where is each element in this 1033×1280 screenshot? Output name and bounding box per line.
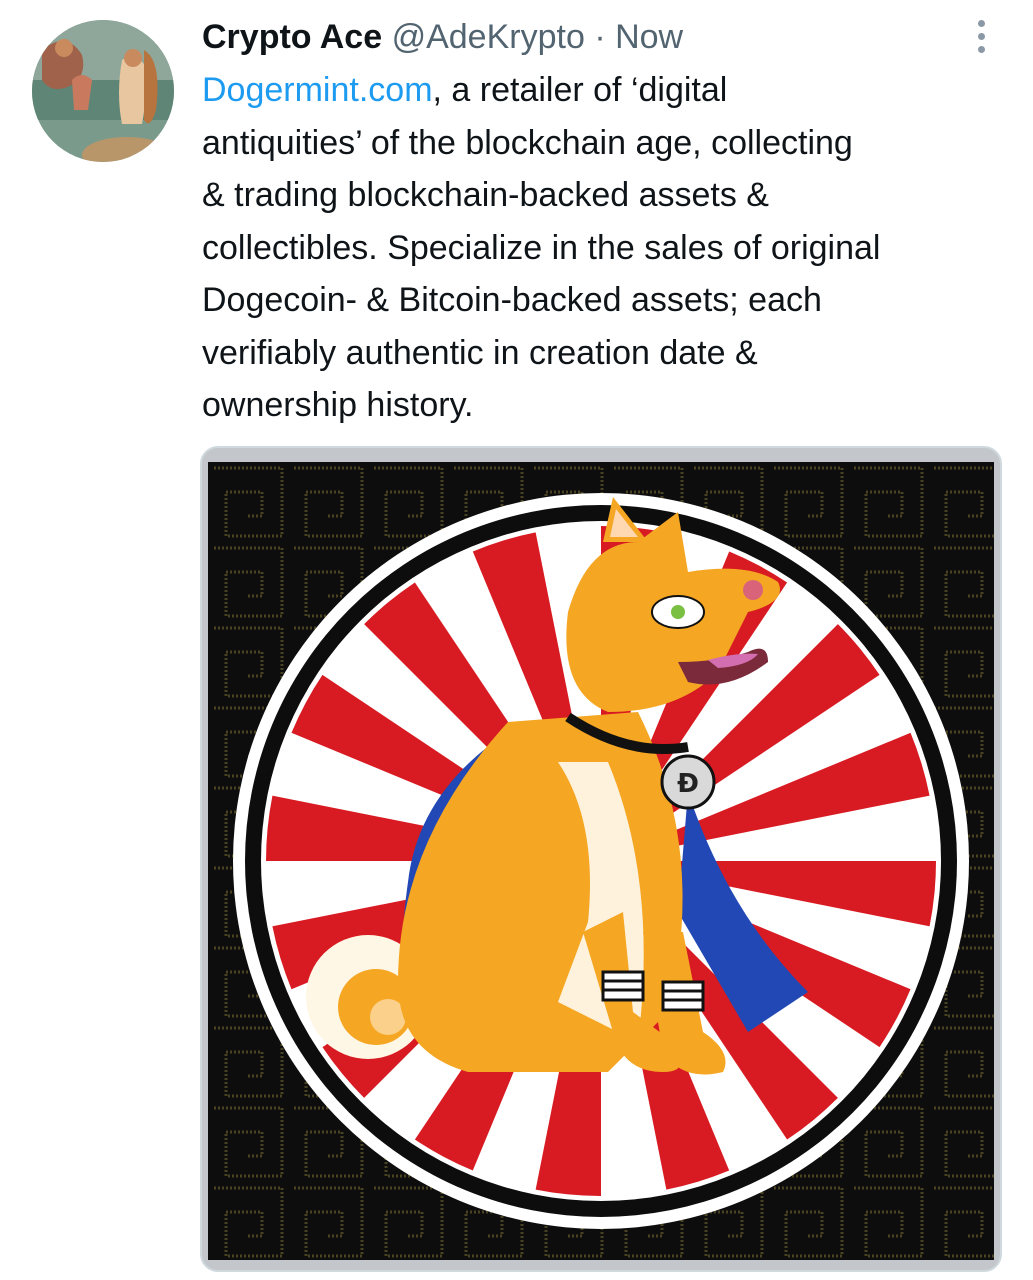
tweet-text-line: verifiably authentic in creation date & [202, 333, 758, 372]
venus-painting-avatar [32, 20, 174, 162]
tweet-text-line: antiquities’ of the blockchain age, coll… [202, 123, 853, 162]
tweet-media[interactable]: Ð [200, 446, 1002, 1272]
more-vertical-icon[interactable] [968, 14, 994, 58]
tweet-text-line: Dogermint.com, a retailer of ‘digital [202, 71, 728, 109]
tweet-text-line: collectibles. Specialize in the sales of… [202, 228, 881, 267]
shiba-superhero-image: Ð [208, 462, 994, 1260]
tweet-text: Dogermint.com, a retailer of ‘digital an… [202, 64, 1012, 432]
tweet-timestamp[interactable]: Now [615, 18, 683, 56]
author-handle[interactable]: @AdeKrypto [392, 18, 585, 56]
tweet-text-line: & trading blockchain-backed assets & [202, 176, 769, 214]
dogermint-link[interactable]: Dogermint.com [202, 71, 433, 109]
tweet-header: Crypto Ace @AdeKrypto · Now [202, 14, 683, 60]
author-avatar[interactable] [32, 20, 174, 162]
header-separator: · [594, 18, 606, 56]
svg-text:Ð: Ð [677, 769, 699, 799]
tweet-text-line: ownership history. [202, 386, 474, 424]
author-name[interactable]: Crypto Ace [202, 18, 382, 56]
tweet-text-line: Dogecoin- & Bitcoin-backed assets; each [202, 281, 822, 319]
